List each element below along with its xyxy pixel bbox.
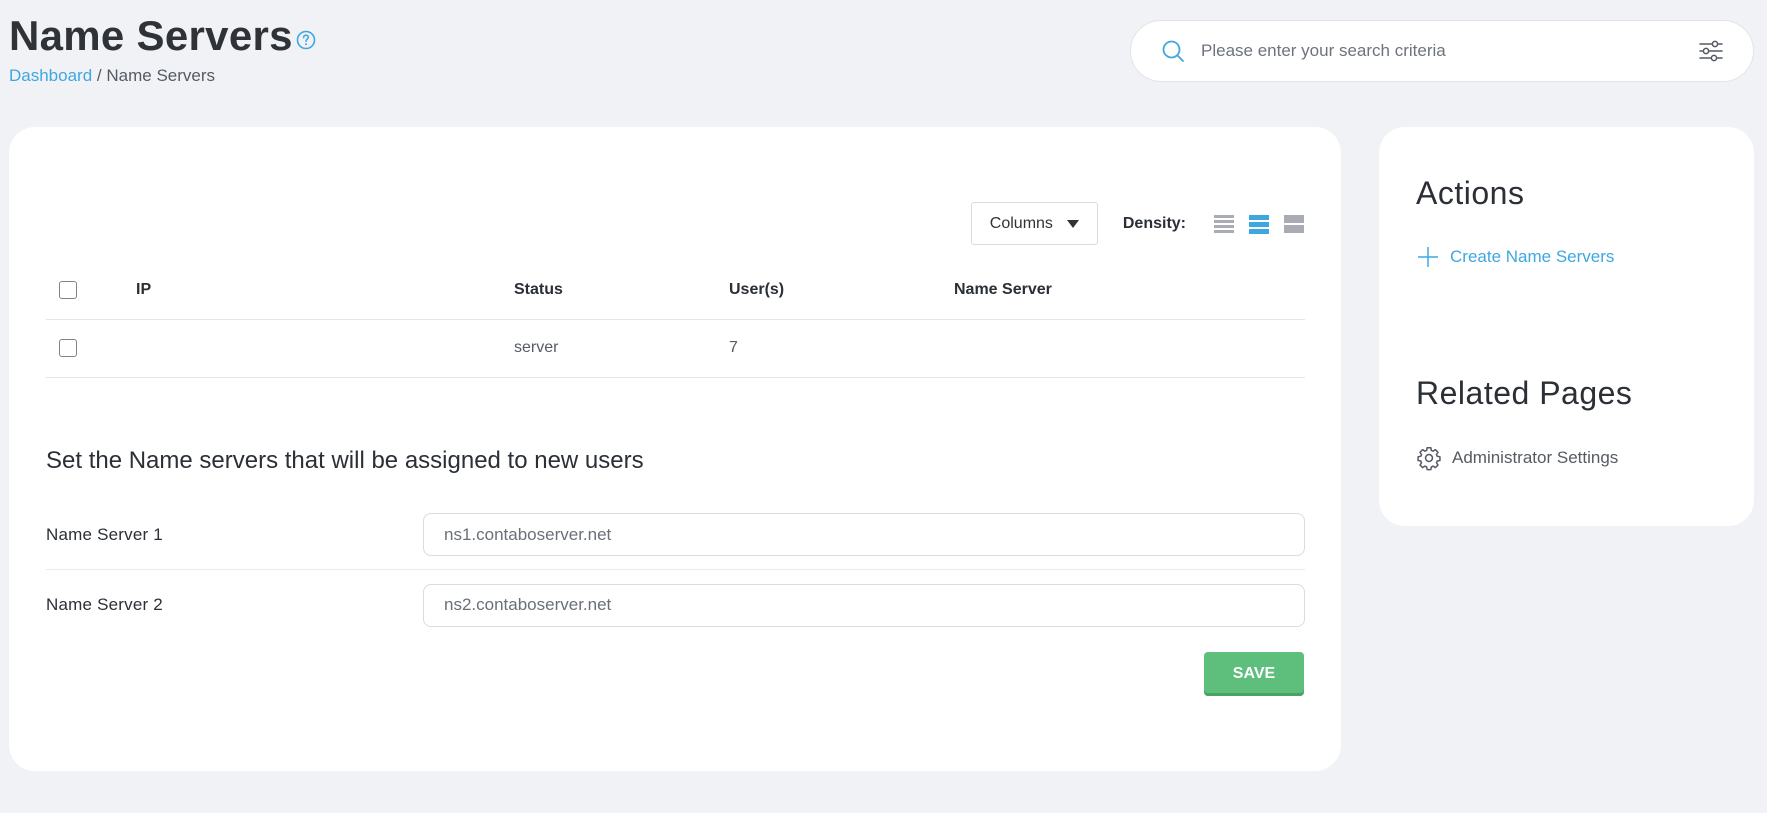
save-button[interactable]: SAVE <box>1204 652 1304 696</box>
administrator-settings-label: Administrator Settings <box>1452 448 1619 467</box>
header-name-server[interactable]: Name Server <box>954 261 1305 320</box>
breadcrumb-separator: / <box>96 66 102 85</box>
section-title: Set the Name servers that will be assign… <box>46 447 644 474</box>
plus-icon <box>1418 247 1438 267</box>
table-header-row: IP Status User(s) Name Server <box>46 261 1305 320</box>
density-comfortable-icon[interactable] <box>1283 213 1305 235</box>
actions-heading: Actions <box>1416 175 1525 211</box>
breadcrumb: Dashboard / Name Servers <box>9 66 215 86</box>
row-checkbox[interactable] <box>59 339 77 357</box>
related-pages-heading: Related Pages <box>1416 375 1633 411</box>
administrator-settings-link[interactable]: Administrator Settings <box>1416 445 1618 471</box>
columns-button[interactable]: Columns <box>970 202 1098 245</box>
create-name-servers-link[interactable]: Create Name Servers <box>1416 245 1614 269</box>
help-icon[interactable] <box>296 30 316 50</box>
name-server-1-label: Name Server 1 <box>46 524 163 544</box>
name-servers-card: Columns Density: IP Status User(s) Name … <box>9 127 1341 771</box>
row-select-cell <box>46 319 136 378</box>
search-input[interactable] <box>1201 41 1671 61</box>
cell-name-server <box>954 319 1305 378</box>
cell-users: 7 <box>729 319 954 378</box>
gear-icon <box>1417 446 1441 471</box>
breadcrumb-current: Name Servers <box>106 66 216 85</box>
header-users[interactable]: User(s) <box>729 261 954 320</box>
search-icon <box>1161 39 1185 63</box>
density-compact-icon[interactable] <box>1213 213 1235 235</box>
name-server-2-row: Name Server 2 <box>46 570 1305 640</box>
density-normal-icon[interactable] <box>1248 213 1270 235</box>
create-name-servers-label: Create Name Servers <box>1450 247 1615 266</box>
columns-label: Columns <box>989 214 1053 232</box>
name-server-2-label: Name Server 2 <box>46 595 163 614</box>
name-server-1-row: Name Server 1 <box>46 500 1305 570</box>
select-all-cell <box>46 261 136 320</box>
select-all-checkbox[interactable] <box>59 280 77 299</box>
page-title: Name Servers <box>9 12 293 59</box>
header-ip[interactable]: IP <box>136 261 514 320</box>
breadcrumb-dashboard-link[interactable]: Dashboard <box>9 66 92 85</box>
name-server-1-field[interactable] <box>423 513 1305 556</box>
table-row[interactable]: server 7 <box>46 319 1305 378</box>
cell-ip <box>136 319 514 378</box>
name-server-2-field[interactable] <box>423 583 1305 627</box>
table-toolbar: Columns Density: <box>970 202 1305 245</box>
header-status[interactable]: Status <box>514 261 729 320</box>
search-bar <box>1130 20 1754 82</box>
density-label: Density: <box>1122 214 1186 232</box>
caret-down-icon <box>1066 219 1079 228</box>
cell-status: server <box>514 319 729 378</box>
filter-sliders-icon[interactable] <box>1697 37 1725 65</box>
actions-panel: Actions Create Name Servers Related Page… <box>1379 127 1754 526</box>
name-servers-table: IP Status User(s) Name Server server 7 <box>46 261 1305 378</box>
